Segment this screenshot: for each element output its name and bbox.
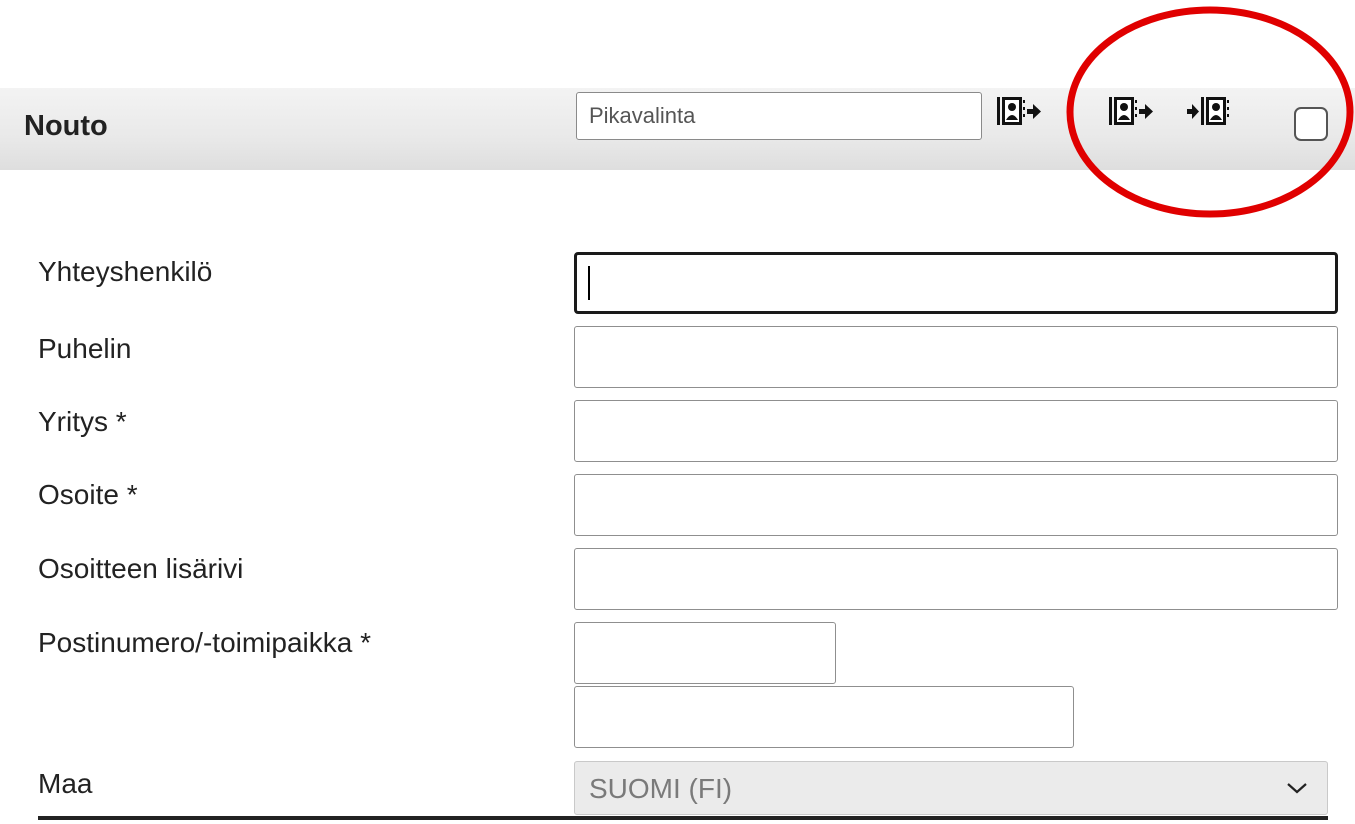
address-book-import-icon[interactable]: [1186, 94, 1232, 128]
contact-person-input[interactable]: [574, 252, 1338, 314]
company-label: Yritys *: [38, 406, 127, 437]
address-book-export-icon[interactable]: [996, 94, 1042, 128]
phone-input[interactable]: [574, 326, 1338, 388]
city-input[interactable]: [574, 686, 1074, 748]
country-select-value: SUOMI (FI): [589, 773, 733, 804]
postal-code-input[interactable]: [574, 622, 836, 684]
postal-label: Postinumero/-toimipaikka *: [38, 627, 372, 658]
text-caret: [588, 266, 590, 300]
country-label: Maa: [38, 768, 93, 799]
company-input[interactable]: [574, 400, 1338, 462]
chevron-down-icon: [1287, 783, 1307, 794]
address-label: Osoite *: [38, 479, 138, 510]
country-select[interactable]: SUOMI (FI): [574, 761, 1328, 815]
address-book-export-icon[interactable]: [1108, 94, 1154, 128]
phone-label: Puhelin: [38, 333, 132, 364]
divider: [38, 816, 1328, 820]
address-extra-input[interactable]: [574, 548, 1338, 610]
section-title: Nouto: [24, 110, 108, 142]
contact-person-label: Yhteyshenkilö: [38, 256, 213, 287]
quick-select-input[interactable]: [576, 92, 982, 140]
address-extra-label: Osoitteen lisärivi: [38, 553, 244, 584]
header-checkbox[interactable]: [1294, 107, 1328, 141]
address-input[interactable]: [574, 474, 1338, 536]
